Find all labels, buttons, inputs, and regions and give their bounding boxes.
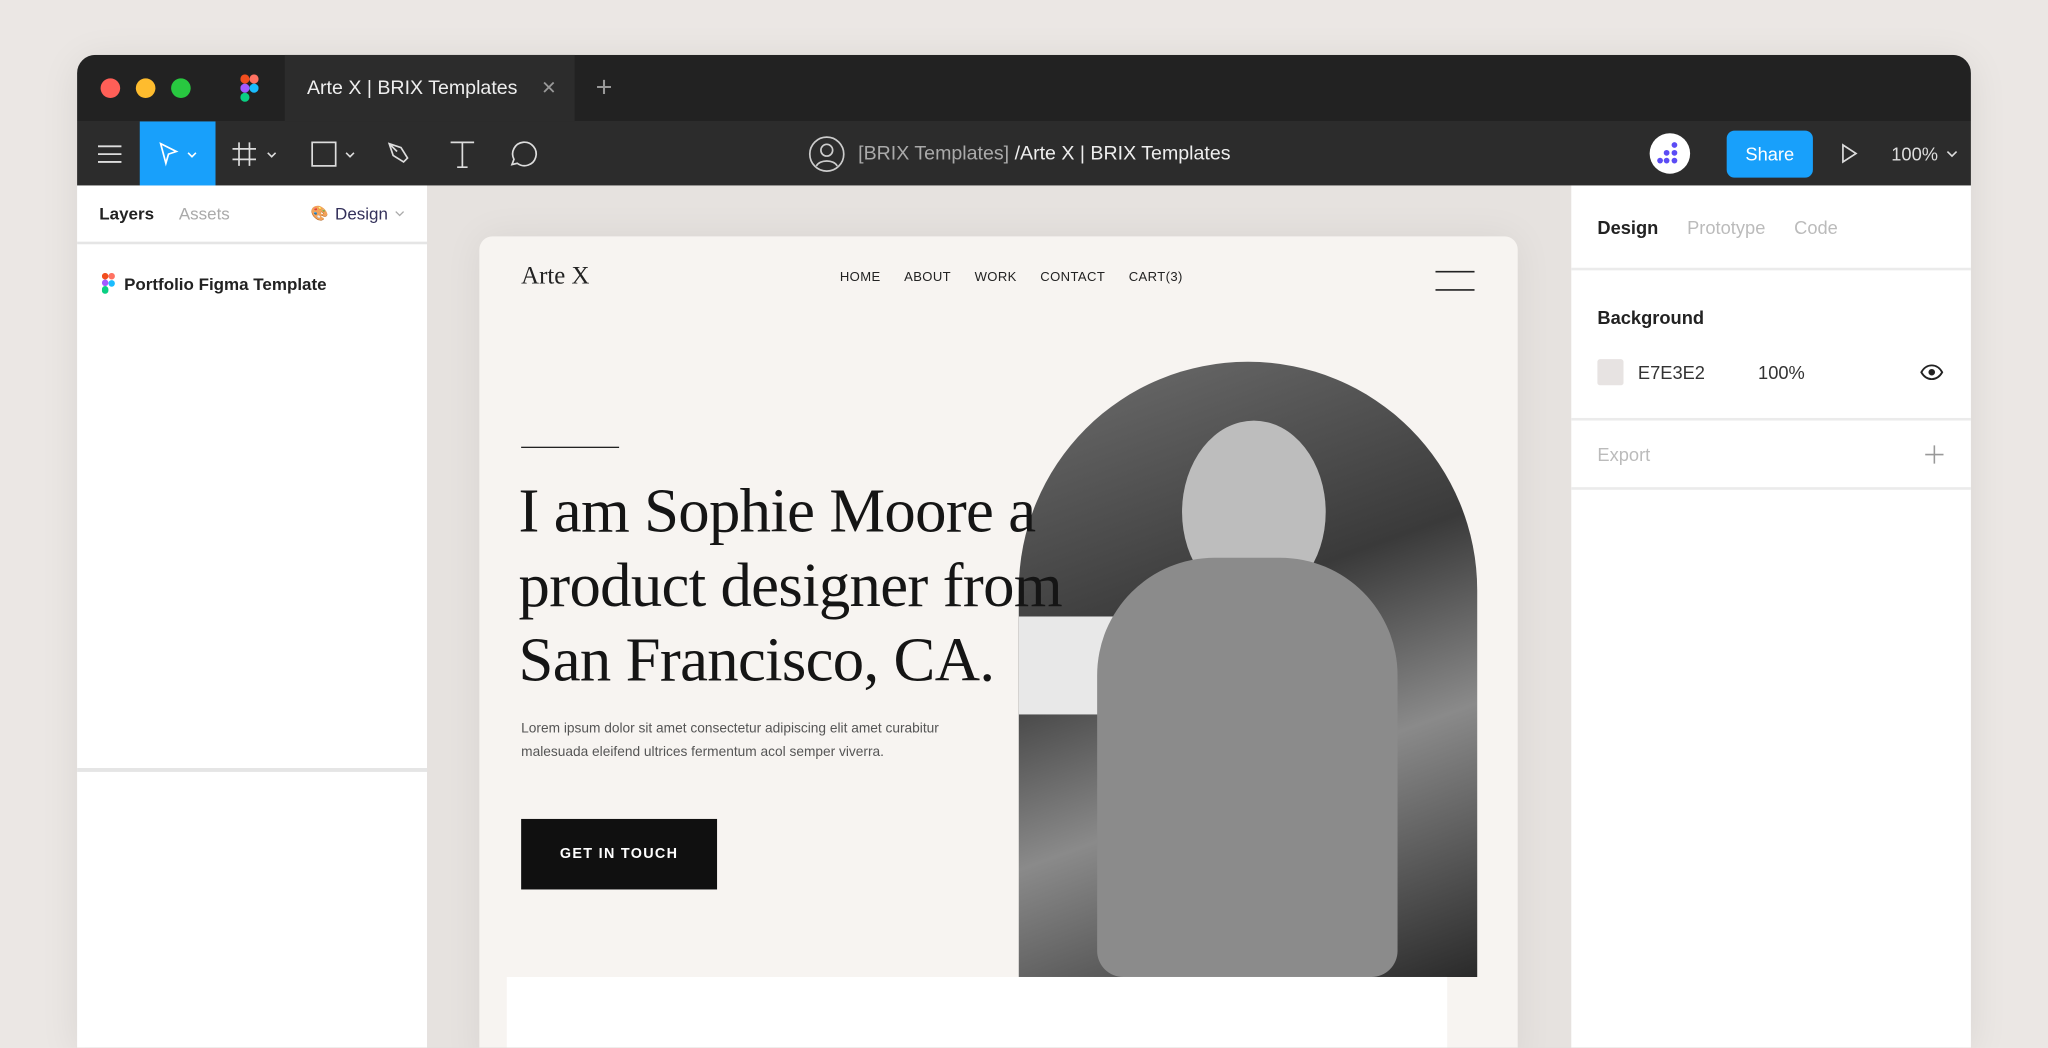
dots-logo-icon xyxy=(1657,142,1678,164)
file-name[interactable]: /Arte X | BRIX Templates xyxy=(1015,142,1231,164)
layers-panel: Layers Assets 🎨 Design Portfolio Figma Te… xyxy=(77,185,428,1048)
new-tab-button[interactable]: + xyxy=(596,71,613,105)
frame-tool-button[interactable] xyxy=(229,121,286,185)
share-button[interactable]: Share xyxy=(1726,130,1813,178)
nav-work[interactable]: WORK xyxy=(975,270,1017,284)
pen-tool-button[interactable] xyxy=(380,121,419,185)
move-tool-button[interactable] xyxy=(139,121,216,186)
headline-line: I am Sophie Moore a xyxy=(518,476,1037,546)
file-tab[interactable]: Arte X | BRIX Templates ✕ xyxy=(284,54,575,122)
text-tool-button[interactable] xyxy=(443,121,482,185)
background-opacity[interactable]: 100% xyxy=(1758,362,1805,383)
site-nav: HOME ABOUT WORK CONTACT CART(3) xyxy=(840,270,1183,284)
nav-cart[interactable]: CART(3) xyxy=(1129,270,1183,284)
hero-paragraph: Lorem ipsum dolor sit amet consectetur a… xyxy=(521,717,939,764)
background-swatch[interactable] xyxy=(1597,359,1624,386)
next-section xyxy=(506,976,1448,1048)
get-in-touch-button[interactable]: GET IN TOUCH xyxy=(521,818,718,890)
zoom-level: 100% xyxy=(1891,143,1939,164)
minimize-window-button[interactable] xyxy=(135,78,156,98)
figma-logo-icon[interactable] xyxy=(240,74,259,102)
background-hex[interactable]: E7E3E2 xyxy=(1638,362,1705,383)
pen-icon xyxy=(387,141,409,163)
shape-tool-button[interactable] xyxy=(307,121,364,185)
photo-body xyxy=(1097,557,1398,977)
collaborator-avatar[interactable] xyxy=(1649,133,1691,174)
portfolio-frame[interactable]: Arte X HOME ABOUT WORK CONTACT CART(3) I am … xyxy=(479,236,1518,1048)
tab-title: Arte X | BRIX Templates xyxy=(306,77,518,100)
breadcrumb: [BRIX Templates] /Arte X | BRIX Template… xyxy=(808,121,1231,185)
palette-icon: 🎨 xyxy=(310,206,329,223)
page-selector[interactable]: 🎨 Design xyxy=(310,203,405,224)
hero-headline: I am Sophie Moore a product designer from… xyxy=(518,474,1063,697)
team-name[interactable]: [BRIX Templates] xyxy=(858,142,1009,164)
background-label: Background xyxy=(1597,306,1705,328)
nav-about[interactable]: ABOUT xyxy=(904,270,951,284)
tab-layers[interactable]: Layers xyxy=(99,204,154,224)
frame-icon xyxy=(232,141,277,166)
close-tab-icon[interactable]: ✕ xyxy=(541,77,556,99)
tab-bar: Arte X | BRIX Templates ✕ + xyxy=(77,54,1971,122)
layer-name: Portfolio Figma Template xyxy=(124,273,327,294)
panel-divider xyxy=(77,767,428,772)
properties-panel: Design Prototype Code Background E7E3E2 … xyxy=(1571,185,1971,1048)
nav-home[interactable]: HOME xyxy=(840,270,881,284)
headline-line: product designer from xyxy=(518,551,1063,621)
paragraph-line: malesuada eleifend ultrices fermentum ac… xyxy=(521,744,884,761)
hamburger-icon[interactable] xyxy=(1435,270,1475,291)
play-icon[interactable] xyxy=(1840,142,1858,164)
tab-prototype[interactable]: Prototype xyxy=(1687,216,1765,237)
canvas[interactable]: Arte X HOME ABOUT WORK CONTACT CART(3) I am … xyxy=(427,185,1572,1048)
app-window: Arte X | BRIX Templates ✕ + [BRIX Templat… xyxy=(77,54,1971,1048)
add-export-icon[interactable] xyxy=(1924,443,1945,464)
toolbar: [BRIX Templates] /Arte X | BRIX Template… xyxy=(77,121,1971,186)
cursor-icon xyxy=(159,141,197,166)
zoom-dropdown[interactable]: 100% xyxy=(1891,121,1957,185)
eye-icon[interactable] xyxy=(1920,363,1944,381)
hamburger-icon xyxy=(97,144,122,163)
tab-design[interactable]: Design xyxy=(1597,216,1658,237)
maximize-window-button[interactable] xyxy=(171,78,191,98)
page-name: Design xyxy=(335,203,388,224)
site-logo: Arte X xyxy=(521,262,590,290)
headline-line: San Francisco, CA. xyxy=(518,625,995,695)
decorative-line xyxy=(521,446,620,448)
main-menu-button[interactable] xyxy=(90,121,129,185)
comment-tool-button[interactable] xyxy=(503,121,542,185)
portrait-photo xyxy=(1018,361,1478,977)
rectangle-icon xyxy=(311,140,355,167)
figma-frame-icon xyxy=(101,272,115,294)
export-label: Export xyxy=(1597,443,1651,465)
user-avatar-icon[interactable] xyxy=(808,135,845,172)
paragraph-line: Lorem ipsum dolor sit amet consectetur a… xyxy=(521,720,939,737)
comment-icon xyxy=(510,140,537,166)
chevron-down-icon xyxy=(1946,150,1957,157)
layer-item[interactable]: Portfolio Figma Template xyxy=(77,244,427,322)
chevron-down-icon xyxy=(395,211,405,217)
nav-contact[interactable]: CONTACT xyxy=(1040,270,1105,284)
close-window-button[interactable] xyxy=(100,78,121,98)
text-icon xyxy=(450,140,475,168)
tab-code[interactable]: Code xyxy=(1794,216,1838,237)
tab-assets[interactable]: Assets xyxy=(179,204,230,224)
